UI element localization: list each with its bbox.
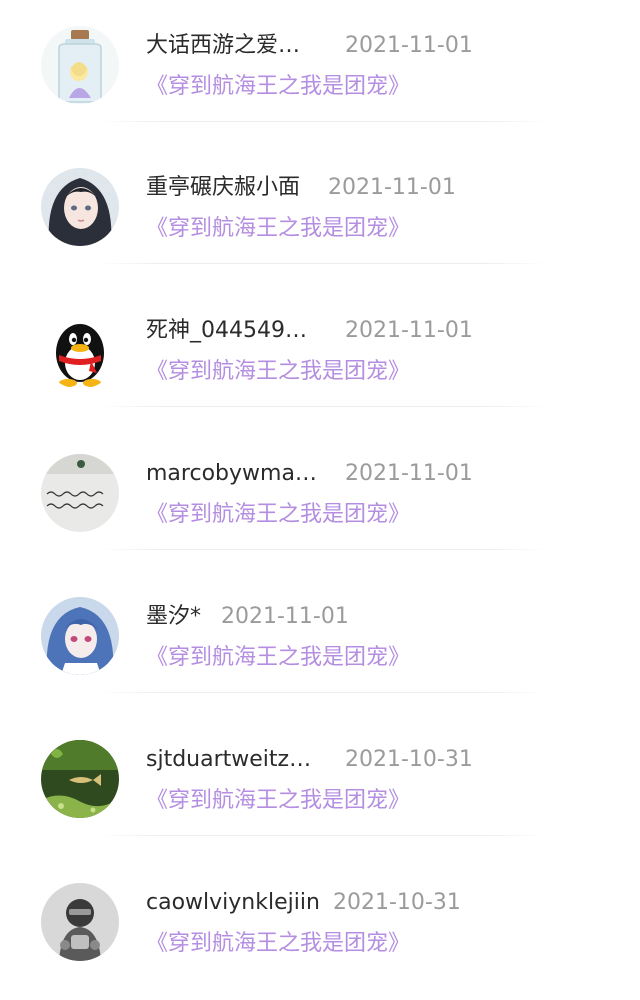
list-item[interactable]: 墨汐* 2021-11-01 《穿到航海王之我是团宠》 xyxy=(0,571,640,714)
username[interactable]: marcobywma… xyxy=(146,459,317,489)
divider xyxy=(98,121,548,122)
username[interactable]: 死神_044549… xyxy=(146,316,307,346)
divider xyxy=(98,406,548,407)
divider xyxy=(98,692,548,693)
book-title-link[interactable]: 《穿到航海王之我是团宠》 xyxy=(146,786,410,816)
list-item[interactable]: marcobywma… 2021-11-01 《穿到航海王之我是团宠》 xyxy=(0,428,640,571)
list-item[interactable]: 重亭碾庆赧小面 2021-11-01 《穿到航海王之我是团宠》 xyxy=(0,142,640,285)
comment-list: 大话西游之爱… 2021-11-01 《穿到航海王之我是团宠》 重亭碾庆赧小面 … xyxy=(0,0,640,971)
comment-date: 2021-11-01 xyxy=(221,604,349,629)
blue-hair-girl-avatar[interactable] xyxy=(41,597,119,675)
book-title-link[interactable]: 《穿到航海王之我是团宠》 xyxy=(146,500,410,530)
anime-girl-avatar[interactable] xyxy=(41,168,119,246)
aquarium-fish-avatar[interactable] xyxy=(41,740,119,818)
username[interactable]: 大话西游之爱… xyxy=(146,31,300,61)
qq-penguin-avatar[interactable] xyxy=(41,311,119,389)
comment-date: 2021-11-01 xyxy=(345,318,473,343)
robot-avatar[interactable] xyxy=(41,883,119,961)
book-title-link[interactable]: 《穿到航海王之我是团宠》 xyxy=(146,214,410,244)
list-item[interactable]: caowlviynklejiin 2021-10-31 《穿到航海王之我是团宠》 xyxy=(0,857,640,1000)
handwriting-avatar[interactable] xyxy=(41,454,119,532)
divider xyxy=(98,549,548,550)
book-title-link[interactable]: 《穿到航海王之我是团宠》 xyxy=(146,357,410,387)
username[interactable]: 墨汐* xyxy=(146,602,201,632)
comment-date: 2021-11-01 xyxy=(328,175,456,200)
comment-date: 2021-11-01 xyxy=(345,33,473,58)
list-item[interactable]: 死神_044549… 2021-11-01 《穿到航海王之我是团宠》 xyxy=(0,285,640,428)
book-title-link[interactable]: 《穿到航海王之我是团宠》 xyxy=(146,643,410,673)
list-item[interactable]: 大话西游之爱… 2021-11-01 《穿到航海王之我是团宠》 xyxy=(0,0,640,143)
book-title-link[interactable]: 《穿到航海王之我是团宠》 xyxy=(146,929,410,959)
comment-date: 2021-11-01 xyxy=(345,461,473,486)
book-title-link[interactable]: 《穿到航海王之我是团宠》 xyxy=(146,72,410,102)
divider xyxy=(98,263,548,264)
comment-date: 2021-10-31 xyxy=(333,890,461,915)
bottle-girl-avatar[interactable] xyxy=(41,26,119,104)
comment-date: 2021-10-31 xyxy=(345,747,473,772)
username[interactable]: 重亭碾庆赧小面 xyxy=(146,173,300,203)
username[interactable]: caowlviynklejiin xyxy=(146,888,320,918)
divider xyxy=(98,835,548,836)
username[interactable]: sjtduartweitz… xyxy=(146,745,311,775)
list-item[interactable]: sjtduartweitz… 2021-10-31 《穿到航海王之我是团宠》 xyxy=(0,714,640,857)
